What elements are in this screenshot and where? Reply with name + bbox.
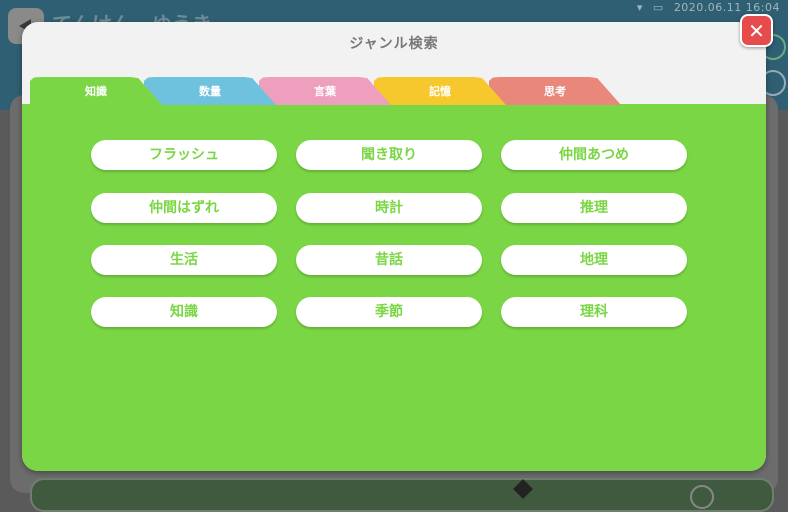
genre-search-modal: ジャンル検索 知識 数量 言葉 記憶 思考 フラッシュ 聞き取り 仲間あつめ 仲… <box>22 22 766 471</box>
tab-knowledge[interactable]: 知識 <box>30 77 162 105</box>
genre-button-odd-one-out[interactable]: 仲間はずれ <box>91 193 277 223</box>
tab-label: 記憶 <box>429 85 451 98</box>
background-circle-icon <box>690 485 714 509</box>
category-tabs: 知識 数量 言葉 記憶 思考 <box>30 77 630 105</box>
genre-button-science[interactable]: 理科 <box>501 297 687 327</box>
tab-words[interactable]: 言葉 <box>259 77 391 105</box>
genre-button-grouping[interactable]: 仲間あつめ <box>501 140 687 170</box>
status-time: 2020.06.11 16:04 <box>673 1 780 14</box>
wifi-icon: ▾ <box>636 1 643 14</box>
close-button[interactable]: ✕ <box>740 14 773 47</box>
tab-label: 思考 <box>544 85 566 98</box>
close-icon: ✕ <box>748 18 765 43</box>
tab-thinking[interactable]: 思考 <box>489 77 621 105</box>
genre-button-geography[interactable]: 地理 <box>501 245 687 275</box>
background-bottom-card <box>30 478 774 512</box>
tab-label: 言葉 <box>314 85 336 98</box>
tab-label: 知識 <box>85 85 107 98</box>
modal-title: ジャンル検索 <box>349 36 439 52</box>
genre-button-flash[interactable]: フラッシュ <box>91 140 277 170</box>
tab-memory[interactable]: 記憶 <box>374 77 506 105</box>
genre-panel: フラッシュ 聞き取り 仲間あつめ 仲間はずれ 時計 推理 生活 昔話 地理 知識… <box>22 104 766 471</box>
genre-button-folktales[interactable]: 昔話 <box>296 245 482 275</box>
battery-icon: ▭ <box>652 1 664 14</box>
status-bar: ▾ ▭ 2020.06.11 16:04 <box>637 1 780 14</box>
genre-button-knowledge[interactable]: 知識 <box>91 297 277 327</box>
genre-button-life[interactable]: 生活 <box>91 245 277 275</box>
tab-label: 数量 <box>199 85 221 98</box>
genre-button-clock[interactable]: 時計 <box>296 193 482 223</box>
genre-button-listening[interactable]: 聞き取り <box>296 140 482 170</box>
genre-button-seasons[interactable]: 季節 <box>296 297 482 327</box>
genre-button-reasoning[interactable]: 推理 <box>501 193 687 223</box>
tab-quantity[interactable]: 数量 <box>144 77 276 105</box>
